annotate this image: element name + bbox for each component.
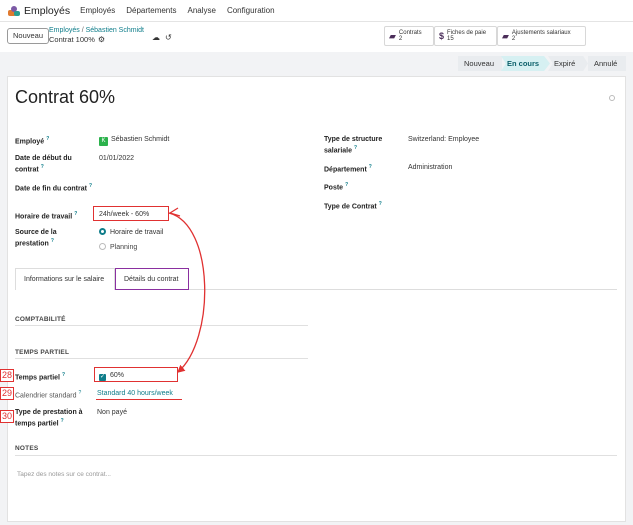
breadcrumb-employee-link[interactable]: Sébastien Schmidt [86, 27, 144, 34]
status-en-cours[interactable]: En cours [501, 56, 550, 71]
breadcrumb: Employés / Sébastien Schmidt [49, 27, 144, 34]
cloud-save-icon[interactable]: ☁ [152, 33, 160, 42]
status-annule[interactable]: Annulé [588, 56, 626, 71]
gear-icon[interactable]: ⚙ [98, 35, 105, 44]
section-divider [15, 325, 308, 326]
part-time-type-field[interactable]: Non payé [97, 408, 127, 417]
contract-title[interactable]: Contrat 60% [15, 87, 115, 108]
step-29-marker: 29 [0, 387, 14, 400]
control-panel: Nouveau Employés / Sébastien Schmidt Con… [0, 22, 633, 52]
tab-contract-details[interactable]: Détails du contrat [115, 268, 189, 290]
schedule-highlight [93, 206, 169, 221]
employee-value: Sébastien Schmidt [111, 136, 170, 143]
radio-horaire[interactable]: Horaire de travail [99, 228, 163, 237]
calendar-underline [96, 399, 182, 400]
radio-planning[interactable]: Planning [99, 243, 137, 252]
notebook-tabs: Informations sur le salaire Détails du c… [15, 268, 617, 290]
schedule-label: Horaire de travail? [15, 211, 78, 221]
start-date-label: Date de début du contrat? [15, 155, 72, 174]
radio-unchecked-icon [99, 243, 106, 250]
nav-item-employes[interactable]: Employés [80, 6, 115, 15]
calendar-label: Calendrier standard? [15, 390, 82, 400]
payslips-label: Fiches de paie [447, 29, 487, 36]
department-field[interactable]: Administration [408, 163, 452, 172]
calendar-field[interactable]: Standard 40 hours/week [97, 390, 173, 397]
dollar-icon: $ [439, 31, 445, 41]
part-time-type-label: Type de prestation à temps partiel? [15, 409, 83, 428]
notes-input[interactable]: Tapez des notes sur ce contrat... [17, 471, 111, 478]
breadcrumb-employees-link[interactable]: Employés [49, 27, 80, 34]
undo-icon[interactable]: ↺ [165, 33, 172, 42]
contracts-smart-button[interactable]: ▰ Contrats 2 [384, 26, 434, 46]
contracts-count: 2 [398, 36, 403, 42]
notes-section-title: NOTES [15, 445, 39, 452]
book-icon: ▰ [389, 30, 396, 41]
app-name[interactable]: Employés [24, 5, 70, 17]
adjustments-count: 2 [511, 36, 516, 42]
contracts-label: Contrats [398, 29, 422, 36]
end-date-label: Date de fin du contrat? [15, 183, 93, 193]
start-date-field[interactable]: 01/01/2022 [99, 154, 134, 163]
step-28-marker: 28 [0, 369, 14, 382]
salary-structure-field[interactable]: Switzerland: Employee [408, 135, 479, 144]
breadcrumb-separator: / [81, 27, 84, 34]
work-entry-source-label: Source de la prestation? [15, 229, 57, 248]
department-label: Département? [324, 164, 372, 174]
book-icon: ▰ [502, 30, 509, 41]
radio-checked-icon [99, 228, 106, 235]
part-time-section-title: TEMPS PARTIEL [15, 349, 70, 356]
nav-item-departements[interactable]: Départements [126, 6, 176, 15]
top-navbar: Employés Employés Départements Analyse C… [0, 0, 633, 22]
nav-item-analyse[interactable]: Analyse [187, 6, 215, 15]
accounting-section-title: COMPTABILITÉ [15, 316, 66, 323]
payslips-count: 15 [447, 36, 454, 42]
new-button[interactable]: Nouveau [7, 28, 50, 44]
section-divider [15, 455, 617, 456]
employee-label: Employé? [15, 136, 50, 146]
record-name-line: Contrat 100% ⚙ [49, 35, 105, 44]
record-name: Contrat 100% [49, 35, 95, 44]
status-bar: Nouveau En cours Expiré Annulé [0, 52, 633, 72]
section-divider [15, 358, 308, 359]
employee-avatar: K [99, 137, 108, 146]
salary-structure-label: Type de structure salariale? [324, 136, 383, 155]
status-nouveau[interactable]: Nouveau [458, 56, 502, 71]
status-expire[interactable]: Expiré [548, 56, 588, 71]
salary-adjustments-smart-button[interactable]: ▰ Ajustements salariaux 2 [497, 26, 586, 46]
part-time-label: Temps partiel? [15, 372, 66, 382]
part-time-highlight [94, 367, 178, 382]
adjustments-label: Ajustements salariaux [511, 29, 571, 36]
employee-field[interactable]: K Sébastien Schmidt [99, 135, 169, 146]
tab-salary-info[interactable]: Informations sur le salaire [15, 268, 115, 290]
contract-type-label: Type de Contrat? [324, 201, 382, 211]
status-dot-icon [609, 95, 615, 101]
employees-app-icon[interactable] [8, 5, 20, 17]
nav-item-configuration[interactable]: Configuration [227, 6, 275, 15]
payslips-smart-button[interactable]: $ Fiches de paie 15 [434, 26, 497, 46]
position-label: Poste? [324, 182, 349, 192]
step-30-marker: 30 [0, 410, 14, 423]
